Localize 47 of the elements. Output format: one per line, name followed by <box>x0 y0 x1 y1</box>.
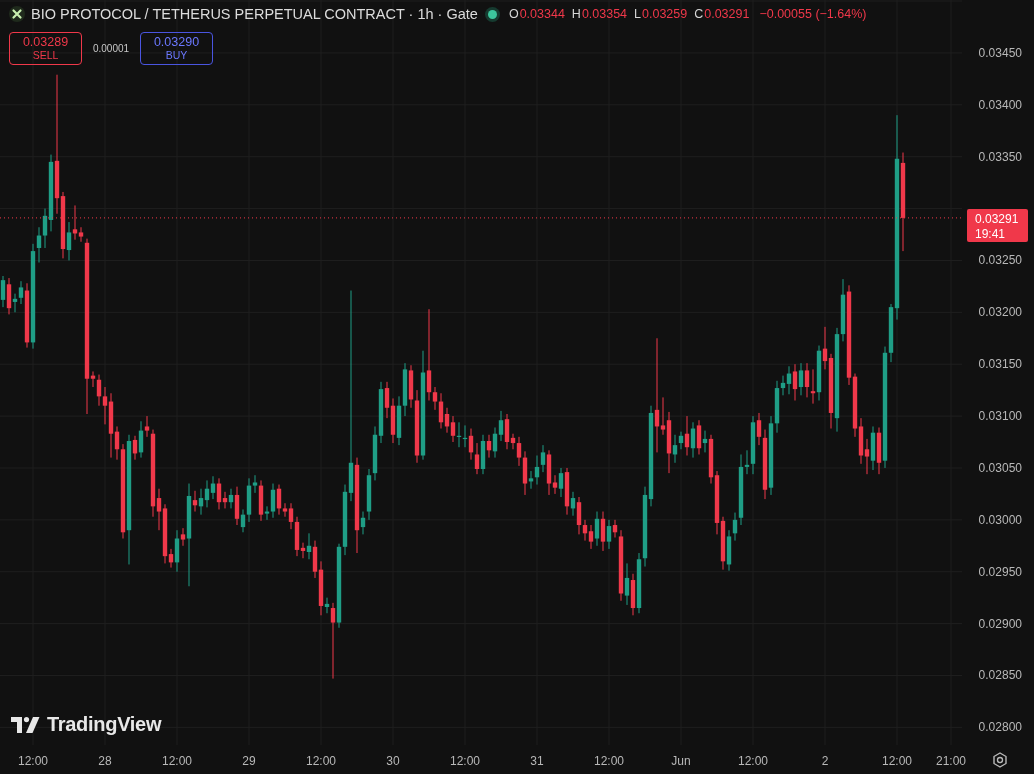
logo-icon <box>11 715 41 734</box>
ohlc-value: 0.03354 <box>581 7 628 21</box>
countdown-text: 19:41 <box>975 226 1006 241</box>
price-label: 0.02950 <box>978 564 1022 579</box>
price-label: 0.03000 <box>978 512 1022 527</box>
time-label: 12:00 <box>594 754 624 768</box>
price-label: 0.03450 <box>978 45 1022 60</box>
ohlc-label: C <box>694 7 704 21</box>
last-price-text: 0.03291 <box>975 211 1019 226</box>
price-label: 0.03350 <box>978 149 1022 164</box>
time-label: 12:00 <box>306 754 336 768</box>
ohlc-label: O <box>508 7 519 21</box>
ohlc-label: H <box>571 7 581 21</box>
time-label: 28 <box>98 754 112 768</box>
ohlc-label: L <box>634 7 641 21</box>
price-label: 0.02850 <box>978 668 1022 683</box>
price-change: −0.00055 (−1.64%) <box>759 7 867 21</box>
logo-text: TradingView <box>47 713 162 736</box>
time-label: 12:00 <box>162 754 192 768</box>
price-tag-background <box>967 208 1028 242</box>
price-label: 0.03200 <box>978 305 1022 320</box>
price-label: 0.02900 <box>978 616 1022 631</box>
time-label: 12:00 <box>738 754 768 768</box>
ohlc-value: 0.03291 <box>704 7 750 21</box>
time-label: 21:00 <box>936 754 966 768</box>
spread-value: 0.00001 <box>91 43 131 54</box>
symbol-title[interactable]: BIO PROTOCOL / TETHERUS PERPETUAL CONTRACT · 1h · Gate <box>31 6 478 22</box>
settings-icon[interactable] <box>993 752 1007 768</box>
time-label: 29 <box>242 754 256 768</box>
time-label: 12:00 <box>450 754 480 768</box>
time-label: 12:00 <box>882 754 912 768</box>
price-label: 0.02800 <box>978 720 1022 735</box>
ohlc-value: 0.03259 <box>642 7 688 21</box>
price-label: 0.03400 <box>978 97 1022 112</box>
time-label: 31 <box>530 754 544 768</box>
time-label: 2 <box>821 754 829 768</box>
sell-button[interactable]: 0.03289 SELL <box>9 32 82 65</box>
price-label: 0.03050 <box>978 460 1022 475</box>
price-label: 0.03150 <box>978 357 1022 372</box>
ohlc-value: 0.03344 <box>519 7 565 21</box>
time-label: 12:00 <box>18 754 48 768</box>
symbol-icon <box>9 6 25 22</box>
time-label: 30 <box>386 754 400 768</box>
price-label: 0.03250 <box>978 253 1022 268</box>
time-label: Jun <box>671 754 691 768</box>
price-label: 0.03100 <box>978 409 1022 424</box>
buy-button[interactable]: 0.03290 BUY <box>140 32 213 65</box>
